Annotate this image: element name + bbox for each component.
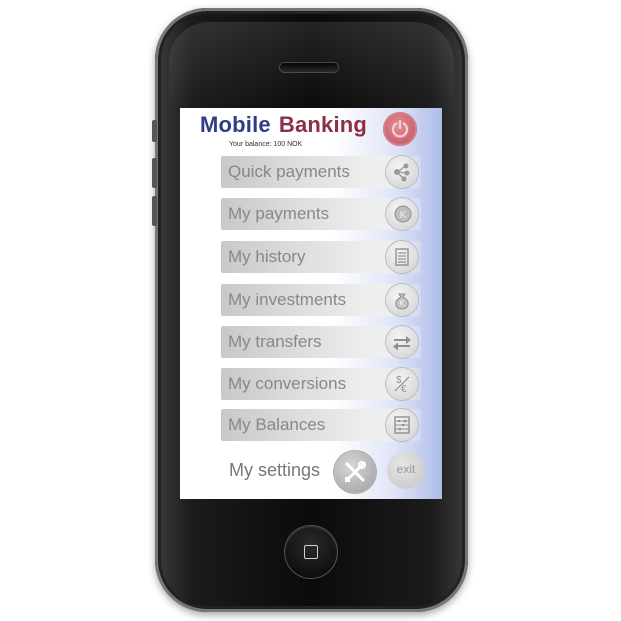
volume-up-button [152, 158, 157, 188]
menu-item-label: My investments [228, 290, 347, 309]
menu-item-label: My history [228, 247, 306, 266]
exit-label: exit [396, 462, 416, 476]
power-icon [391, 119, 409, 138]
app-title-mobile: Mobile [200, 112, 271, 137]
home-square-icon [304, 545, 318, 559]
ledger-icon [386, 241, 418, 273]
svg-text:K: K [400, 210, 407, 221]
quick-payments-icon [386, 156, 418, 188]
earpiece-speaker [280, 63, 338, 72]
currency-conversion-icon: $ € [386, 368, 418, 400]
svg-text:€: € [401, 384, 407, 395]
menu-item-label: My payments [228, 204, 330, 223]
home-button[interactable] [285, 526, 337, 578]
abacus-icon [386, 409, 418, 441]
menu-item-my-payments[interactable]: My payments K [221, 198, 421, 230]
menu-item-my-transfers[interactable]: My transfers [221, 326, 421, 358]
app-title-banking: Banking [278, 112, 368, 137]
my-settings-link[interactable]: My settings [229, 460, 320, 481]
transfer-arrows-icon [386, 326, 418, 358]
exit-button[interactable]: exit [387, 451, 425, 489]
menu-item-label: Quick payments [228, 162, 350, 181]
power-button[interactable] [383, 112, 417, 146]
volume-down-button [152, 196, 157, 226]
app-title: Mobile Banking [200, 112, 367, 138]
menu-item-my-history[interactable]: My history [221, 241, 421, 273]
money-bag-icon: K [386, 284, 418, 316]
menu-item-label: My conversions [228, 374, 347, 393]
menu-item-label: My Balances [228, 415, 326, 434]
svg-text:K: K [399, 299, 405, 308]
menu-item-my-balances[interactable]: My Balances [221, 409, 421, 441]
menu-item-my-conversions[interactable]: My conversions $ € [221, 368, 421, 400]
krone-coin-icon: K [386, 198, 418, 230]
menu-item-label: My transfers [228, 332, 322, 351]
balance-text: Your balance: 100 NOK [229, 141, 303, 148]
tools-icon[interactable] [334, 451, 376, 493]
menu-item-quick-payments[interactable]: Quick payments [221, 156, 421, 188]
menu-item-my-investments[interactable]: My investments K [221, 284, 421, 316]
mute-switch [152, 120, 157, 142]
app-screen: Mobile Banking Your balance: 100 NOK Quic… [180, 108, 442, 499]
